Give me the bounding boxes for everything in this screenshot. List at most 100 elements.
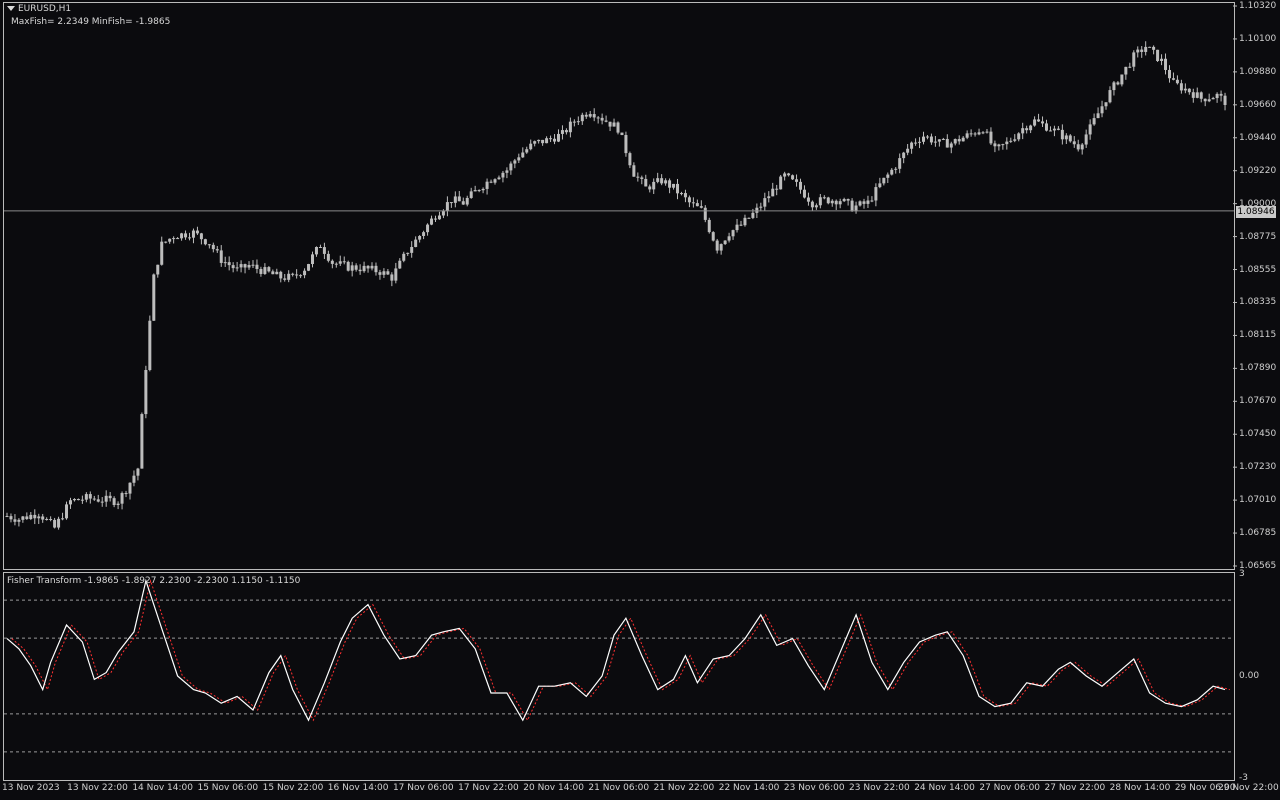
candle-body (231, 265, 235, 269)
candle-body (140, 414, 144, 469)
chart-symbol-header[interactable]: EURUSD,H1 (7, 4, 71, 15)
time-tick-label: 28 Nov 14:00 (1109, 783, 1171, 793)
candle-body (1152, 46, 1156, 50)
candle-body (1017, 133, 1021, 140)
candle-body (858, 201, 862, 206)
chart-canvas[interactable] (0, 0, 1280, 800)
candle-body (1005, 141, 1009, 145)
candle-body (592, 114, 596, 118)
candle-body (314, 246, 318, 255)
price-tick-label: 1.08335 (1239, 297, 1277, 308)
candle-body (1203, 98, 1207, 102)
candle-body (1116, 82, 1120, 85)
candle-body (342, 261, 346, 263)
candle-body (640, 177, 644, 179)
candle-body (1120, 74, 1124, 85)
candle-body (370, 265, 374, 269)
price-tick-label: 1.08555 (1239, 264, 1277, 275)
candle-body (791, 175, 795, 180)
candle-body (1164, 58, 1168, 70)
candle-body (525, 149, 529, 153)
candle-body (795, 179, 799, 182)
candle-body (211, 244, 215, 250)
indicator-tick-label: 0.00 (1239, 671, 1260, 681)
candle-body (72, 499, 76, 501)
candle-body (180, 233, 184, 239)
candle-body (283, 278, 287, 280)
candle-body (783, 173, 787, 177)
candle-body (676, 183, 680, 194)
candle-body (993, 143, 997, 147)
candle-body (596, 117, 600, 119)
candle-body (695, 203, 699, 207)
candle-body (148, 320, 152, 370)
candle-body (1029, 125, 1033, 131)
candle-body (925, 136, 929, 138)
time-tick-label: 13 Nov 22:00 (67, 783, 128, 793)
price-tick-label: 1.08775 (1239, 231, 1277, 242)
candle-body (136, 468, 140, 476)
time-tick-label: 29 Nov 22:00 (1218, 783, 1279, 793)
candle-body (1136, 49, 1140, 53)
candle-body (965, 133, 969, 138)
candle-body (957, 139, 961, 142)
candle-body (433, 218, 437, 220)
candle-body (973, 133, 977, 135)
candle-body (1068, 135, 1072, 142)
candle-body (854, 205, 858, 212)
price-tick-label: 1.07450 (1239, 429, 1277, 440)
candle-body (616, 122, 620, 133)
candle-body (207, 244, 211, 246)
candle-body (402, 253, 406, 261)
candle-body (128, 482, 132, 494)
candle-body (100, 501, 104, 503)
candle-body (687, 197, 691, 203)
candle-body (287, 273, 291, 280)
candle-body (1219, 93, 1223, 96)
candle-body (672, 183, 676, 188)
time-tick-label: 15 Nov 06:00 (197, 783, 259, 793)
candle-body (862, 201, 866, 204)
candle-body (1183, 88, 1187, 91)
candle-body (1084, 134, 1088, 145)
time-tick-label: 27 Nov 22:00 (1044, 783, 1106, 793)
candle-body (1108, 90, 1112, 103)
candle-body (759, 206, 763, 208)
candle-body (636, 176, 640, 178)
candle-body (683, 193, 687, 198)
candle-body (191, 230, 195, 238)
candle-body (664, 180, 668, 184)
candle-body (628, 153, 632, 166)
candle-body (763, 198, 767, 207)
price-tick-label: 1.06785 (1239, 528, 1277, 539)
price-tick-label: 1.07010 (1239, 495, 1277, 506)
time-tick-label: 15 Nov 22:00 (262, 783, 324, 793)
candle-body (307, 264, 311, 271)
candle-body (564, 130, 568, 133)
candle-body (382, 271, 386, 275)
dropdown-triangle-icon[interactable] (7, 6, 15, 11)
time-tick-label: 22 Nov 14:00 (718, 783, 780, 793)
candle-body (477, 190, 481, 192)
candle-body (188, 237, 192, 239)
candle-body (874, 187, 878, 201)
candle-body (890, 169, 894, 175)
candle-body (489, 181, 493, 183)
fisher-signal-line (11, 578, 1230, 722)
candle-body (414, 239, 418, 247)
candle-body (834, 200, 838, 205)
candle-body (584, 114, 588, 117)
candle-body (775, 188, 779, 190)
candle-body (906, 148, 910, 153)
candle-body (608, 121, 612, 127)
candle-body (68, 500, 72, 505)
candle-body (624, 135, 628, 154)
candle-body (953, 139, 957, 144)
candle-body (1100, 106, 1104, 114)
candle-body (295, 274, 299, 276)
candle-body (652, 181, 656, 190)
candle-body (172, 238, 176, 240)
candle-body (981, 132, 985, 134)
candle-body (334, 263, 338, 265)
candle-body (941, 138, 945, 140)
